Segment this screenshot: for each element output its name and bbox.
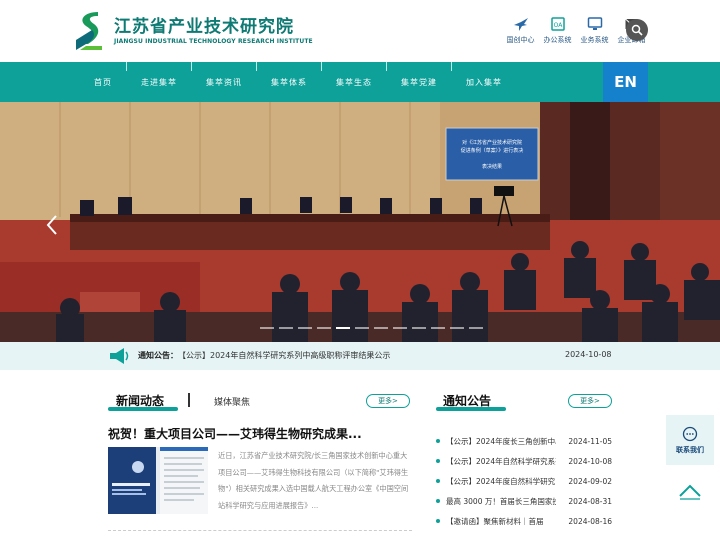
top-link-business[interactable]: 业务系统 <box>576 16 613 45</box>
back-to-top-icon[interactable] <box>678 480 702 500</box>
carousel-dot[interactable] <box>374 327 388 329</box>
nav-link[interactable]: 集萃党建 <box>387 77 451 88</box>
hero-banner: 对《江苏省产业技术研究院 促进条例（草案）》进行表决 表决结果 <box>0 102 720 342</box>
logo-title: 江苏省产业技术研究院 <box>114 16 294 37</box>
screen-text-1: 对《江苏省产业技术研究院 <box>462 139 522 146</box>
carousel-dot[interactable] <box>431 327 445 329</box>
news-thumbnail-image <box>108 447 208 514</box>
carousel-dot[interactable] <box>298 327 312 329</box>
nav-link[interactable]: 集萃生态 <box>322 77 386 88</box>
nav-item-news[interactable]: 集萃资讯 <box>192 62 256 102</box>
notice-title[interactable]: 【公示】2024年自然科学研究系列 <box>446 456 556 467</box>
carousel-dot[interactable] <box>317 327 331 329</box>
nav-link[interactable]: 走进集萃 <box>127 77 191 88</box>
notice-title[interactable]: 【邀请函】聚焦新材料｜首届 <box>446 516 556 527</box>
carousel-dot[interactable] <box>355 327 369 329</box>
nav-link[interactable]: 集萃体系 <box>257 77 321 88</box>
contact-us-label: 联系我们 <box>676 445 704 454</box>
top-link-label: 国创中心 <box>506 36 535 44</box>
notice-title[interactable]: 【公示】2024年度自然科学研究 <box>446 476 556 487</box>
notice-item[interactable]: 【公示】2024年度自然科学研究 2024-09-02 <box>436 471 614 491</box>
bullet-icon <box>436 439 440 443</box>
nav-link[interactable]: 集萃资讯 <box>192 77 256 88</box>
notice-date: 2024-10-08 <box>568 456 612 466</box>
notice-list: 【公示】2024年度长三角创新中心 2024-11-05 【公示】2024年自然科… <box>436 431 614 531</box>
carousel-dots <box>260 327 488 329</box>
nav-item-about[interactable]: 走进集萃 <box>127 62 191 102</box>
logo-subtitle: JIANGSU INDUSTRIAL TECHNOLOGY RESEARCH I… <box>114 37 313 45</box>
nav-link[interactable]: 首页 <box>80 77 126 88</box>
top-link-label: 办公系统 <box>543 36 572 44</box>
notice-ticker-label: 通知公告： <box>138 351 178 360</box>
header: 江苏省产业技术研究院 JIANGSU INDUSTRIAL TECHNOLOGY… <box>0 0 720 62</box>
notice-title[interactable]: 最高 3000 万！首届长三角国家技术创新 <box>446 496 556 507</box>
news-more-button[interactable]: 更多> <box>366 394 410 408</box>
notice-date: 2024-09-02 <box>568 476 612 486</box>
notice-date: 2024-11-05 <box>568 436 612 446</box>
carousel-dot[interactable] <box>412 327 426 329</box>
notice-ticker: 通知公告： 【公示】2024年自然科学研究系列中高级职称评审结果公示 2024-… <box>0 342 720 370</box>
nav-item-ecology[interactable]: 集萃生态 <box>322 62 386 102</box>
contact-us-button[interactable]: 联系我们 <box>666 415 714 465</box>
screen-text-2: 促进条例（草案）》进行表决 <box>461 147 524 154</box>
banner-photo: 对《江苏省产业技术研究院 促进条例（草案）》进行表决 表决结果 <box>0 102 720 342</box>
notices-more-button[interactable]: 更多> <box>568 394 612 408</box>
nav-link[interactable]: 加入集萃 <box>452 77 516 88</box>
notice-item[interactable]: 最高 3000 万！首届长三角国家技术创新 2024-08-31 <box>436 491 614 511</box>
carousel-dot-active[interactable] <box>336 327 350 329</box>
search-icon <box>631 24 643 36</box>
carousel-dot[interactable] <box>279 327 293 329</box>
news-divider <box>108 530 412 531</box>
nav-item-system[interactable]: 集萃体系 <box>257 62 321 102</box>
notice-ticker-date: 2024-10-08 <box>565 350 612 359</box>
carousel-prev-arrow-icon[interactable] <box>46 214 58 236</box>
screen-text-3: 表决结果 <box>482 163 502 170</box>
carousel-dot[interactable] <box>393 327 407 329</box>
top-link-guochuang[interactable]: 国创中心 <box>502 16 539 45</box>
bullet-icon <box>436 459 440 463</box>
carousel-dot[interactable] <box>469 327 483 329</box>
tab-media-focus[interactable]: 媒体聚焦 <box>214 395 250 408</box>
bullet-icon <box>436 519 440 523</box>
notice-item[interactable]: 【公示】2024年度长三角创新中心 2024-11-05 <box>436 431 614 451</box>
oa-icon: OA <box>550 17 565 31</box>
top-link-oa[interactable]: OA 办公系统 <box>539 16 576 45</box>
nav-item-join[interactable]: 加入集萃 <box>452 62 516 102</box>
logo-mark-icon <box>76 12 102 50</box>
search-button[interactable] <box>626 19 648 41</box>
bullet-icon <box>436 479 440 483</box>
logo[interactable]: 江苏省产业技术研究院 JIANGSU INDUSTRIAL TECHNOLOGY… <box>72 10 313 52</box>
bird-icon <box>513 18 528 31</box>
carousel-dot[interactable] <box>450 327 464 329</box>
bullet-icon <box>436 499 440 503</box>
nav-item-party[interactable]: 集萃党建 <box>387 62 451 102</box>
notice-item[interactable]: 【邀请函】聚焦新材料｜首届 2024-08-16 <box>436 511 614 531</box>
news-headline[interactable]: 祝贺！重大项目公司——艾玮得生物研究成果... <box>108 425 408 442</box>
top-link-label: 业务系统 <box>580 36 609 44</box>
monitor-icon <box>587 17 602 30</box>
main-nav: 首页 走进集萃 集萃资讯 集萃体系 集萃生态 集萃党建 加入集萃 EN <box>0 62 720 102</box>
notice-ticker-link[interactable]: 【公示】2024年自然科学研究系列中高级职称评审结果公示 <box>178 350 390 361</box>
news-thumbnail[interactable] <box>108 447 208 514</box>
news-summary: 近日，江苏省产业技术研究院/长三角国家技术创新中心重大项目公司——艾玮得生物科技… <box>218 451 409 510</box>
svg-text:OA: OA <box>553 22 563 29</box>
notice-date: 2024-08-31 <box>568 496 612 506</box>
carousel-dot[interactable] <box>260 327 274 329</box>
nav-item-home[interactable]: 首页 <box>80 62 126 102</box>
chat-icon <box>682 426 698 441</box>
notice-date: 2024-08-16 <box>568 516 612 526</box>
tab-divider <box>188 393 190 407</box>
notice-title[interactable]: 【公示】2024年度长三角创新中心 <box>446 436 556 447</box>
news-title-underline <box>108 407 178 411</box>
notices-title-underline <box>436 407 506 411</box>
notice-item[interactable]: 【公示】2024年自然科学研究系列 2024-10-08 <box>436 451 614 471</box>
language-en-button[interactable]: EN <box>603 62 648 102</box>
megaphone-icon <box>110 348 129 364</box>
page: 江苏省产业技术研究院 JIANGSU INDUSTRIAL TECHNOLOGY… <box>0 0 720 540</box>
